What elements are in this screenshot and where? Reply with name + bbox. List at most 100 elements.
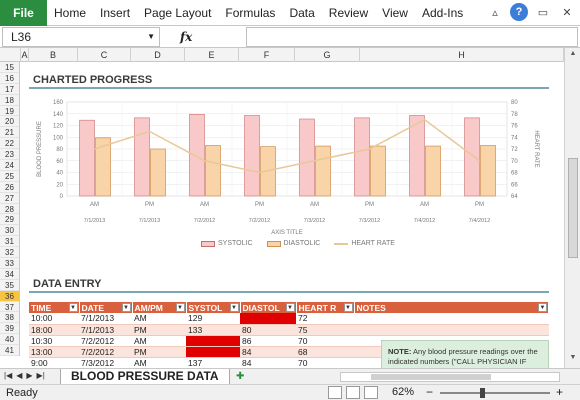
cell-systolic[interactable]: 133 [186, 324, 240, 336]
formula-input[interactable] [246, 27, 578, 47]
close-icon[interactable]: ✕ [558, 3, 576, 21]
scroll-thumb[interactable] [371, 374, 491, 380]
page-break-view-icon[interactable] [364, 386, 378, 399]
minimize-ribbon-icon[interactable]: ▵ [486, 3, 504, 21]
cell-notes[interactable] [354, 313, 549, 325]
row-header[interactable]: 24 [0, 160, 19, 171]
filter-dropdown-icon[interactable]: ▼ [229, 303, 239, 312]
row-header[interactable]: 19 [0, 106, 19, 117]
cell-date[interactable]: 7/2/2012 [79, 335, 132, 347]
help-icon[interactable]: ? [510, 3, 528, 21]
scroll-up-icon[interactable]: ▲ [567, 50, 579, 62]
cell-diastolic[interactable]: 80 [240, 324, 296, 336]
row-header[interactable]: 27 [0, 193, 19, 204]
scroll-thumb[interactable] [568, 158, 578, 258]
file-tab[interactable]: File [0, 0, 47, 26]
row-header[interactable]: 33 [0, 258, 19, 269]
zoom-out-icon[interactable]: − [426, 385, 433, 399]
cell-systolic[interactable] [186, 335, 240, 347]
tab-insert[interactable]: Insert [93, 6, 137, 20]
cell-time[interactable]: 10:00 [29, 313, 79, 325]
row-header[interactable]: 22 [0, 138, 19, 150]
row-header[interactable]: 18 [0, 95, 19, 106]
cell-ampm[interactable]: AM [132, 313, 186, 325]
cell-heart-rate[interactable]: 70 [296, 335, 354, 347]
row-header[interactable]: 41 [0, 345, 19, 357]
row-header[interactable]: 15 [0, 62, 19, 73]
row-header[interactable]: 26 [0, 182, 19, 193]
chevron-down-icon[interactable]: ▼ [147, 32, 155, 41]
cell-diastolic[interactable] [240, 313, 296, 325]
column-header[interactable]: H [360, 48, 564, 62]
tab-data[interactable]: Data [282, 6, 321, 20]
select-all-corner[interactable] [0, 48, 21, 62]
first-sheet-icon[interactable]: |◀ [4, 371, 12, 380]
zoom-slider-knob[interactable] [480, 388, 485, 398]
name-box[interactable]: L36 ▼ [2, 26, 160, 47]
cell-heart-rate[interactable]: 75 [296, 324, 354, 336]
cell-diastolic[interactable]: 86 [240, 335, 296, 347]
cell-systolic[interactable]: 137 [186, 357, 240, 368]
last-sheet-icon[interactable]: ▶| [37, 371, 45, 380]
vertical-scrollbar[interactable]: ▲ ▼ [564, 48, 580, 368]
filter-dropdown-icon[interactable]: ▼ [538, 303, 547, 312]
filter-dropdown-icon[interactable]: ▼ [343, 303, 353, 312]
cell-heart-rate[interactable]: 68 [296, 346, 354, 358]
page-layout-view-icon[interactable] [346, 386, 360, 399]
row-header[interactable]: 35 [0, 280, 19, 291]
row-header[interactable]: 17 [0, 84, 19, 95]
cell-time[interactable]: 10:30 [29, 335, 79, 347]
next-sheet-icon[interactable]: ▶ [26, 371, 32, 380]
row-header[interactable]: 39 [0, 323, 19, 335]
cell-systolic[interactable] [186, 346, 240, 358]
tab-page-layout[interactable]: Page Layout [137, 6, 218, 20]
zoom-in-icon[interactable]: + [556, 385, 563, 399]
column-header[interactable]: F [239, 48, 295, 62]
column-header[interactable]: D [131, 48, 185, 62]
column-header[interactable]: G [295, 48, 360, 62]
cell-ampm[interactable]: PM [132, 346, 186, 358]
row-header[interactable]: 25 [0, 171, 19, 182]
filter-dropdown-icon[interactable]: ▼ [285, 303, 295, 312]
cell-date[interactable]: 7/1/2013 [79, 324, 132, 336]
cell-date[interactable]: 7/3/2012 [79, 357, 132, 368]
cell-date[interactable]: 7/2/2012 [79, 346, 132, 358]
cell-ampm[interactable]: PM [132, 324, 186, 336]
cell-time[interactable]: 9:00 [29, 357, 79, 368]
normal-view-icon[interactable] [328, 386, 342, 399]
row-header[interactable]: 36 [0, 290, 19, 302]
tab-view[interactable]: View [375, 6, 415, 20]
cell-notes[interactable] [354, 324, 549, 336]
worksheet[interactable]: CHARTED PROGRESS 0 20 40 60 80 100 120 140 160 64… [21, 62, 564, 368]
cell-heart-rate[interactable]: 72 [296, 313, 354, 325]
column-header[interactable]: E [185, 48, 239, 62]
cell-heart-rate[interactable]: 70 [296, 357, 354, 368]
cell-diastolic[interactable]: 84 [240, 346, 296, 358]
column-header[interactable]: B [29, 48, 78, 62]
cell-time[interactable]: 13:00 [29, 346, 79, 358]
cell-ampm[interactable]: AM [132, 357, 186, 368]
prev-sheet-icon[interactable]: ◀ [16, 371, 22, 380]
insert-function-icon[interactable]: fx [180, 30, 192, 44]
row-header[interactable]: 29 [0, 214, 19, 226]
row-header[interactable]: 34 [0, 269, 19, 280]
row-header[interactable]: 21 [0, 127, 19, 139]
row-header[interactable]: 20 [0, 116, 19, 128]
cell-date[interactable]: 7/1/2013 [79, 313, 132, 325]
zoom-level[interactable]: 62% [392, 386, 414, 398]
row-header[interactable]: 32 [0, 247, 19, 259]
cell-systolic[interactable]: 129 [186, 313, 240, 325]
row-header[interactable]: 28 [0, 204, 19, 215]
tab-home[interactable]: Home [47, 6, 93, 20]
restore-icon[interactable]: ▭ [534, 3, 552, 21]
chart[interactable]: 0 20 40 60 80 100 120 140 160 64 66 68 70 72 74 76 78 80 A… [29, 92, 549, 252]
row-header[interactable]: 31 [0, 236, 19, 248]
scroll-down-icon[interactable]: ▼ [567, 354, 579, 366]
filter-dropdown-icon[interactable]: ▼ [121, 303, 131, 312]
column-header[interactable]: C [78, 48, 131, 62]
cell-ampm[interactable]: AM [132, 335, 186, 347]
column-header[interactable]: A [21, 48, 29, 62]
zoom-slider[interactable] [440, 392, 550, 394]
tab-review[interactable]: Review [322, 6, 375, 20]
row-header[interactable]: 30 [0, 225, 19, 237]
